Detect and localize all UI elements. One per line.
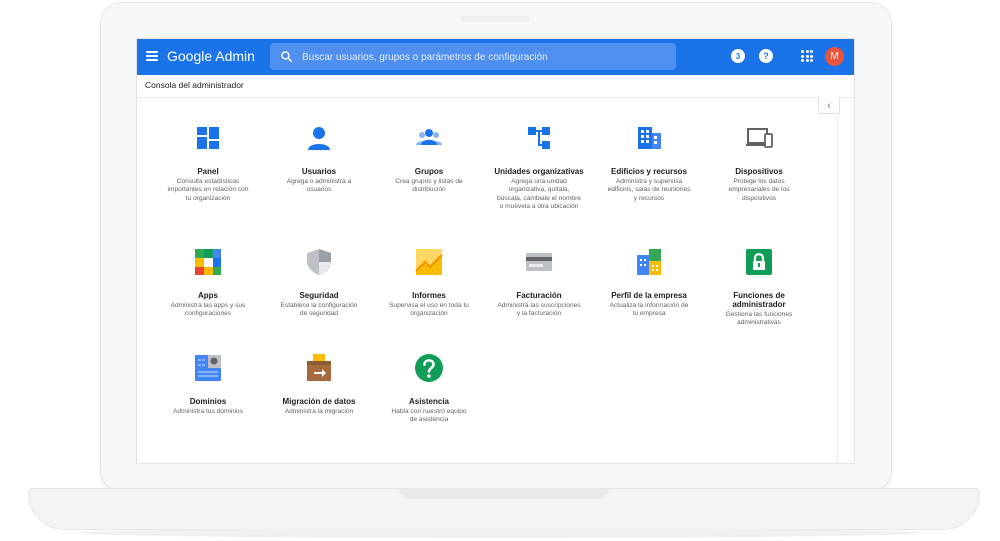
tile-migracion-datos[interactable]: Migración de datos Administra la migraci…: [273, 353, 365, 416]
company-profile-icon: [637, 249, 661, 275]
tile-title: Dispositivos: [735, 167, 783, 176]
admin-roles-icon: [746, 249, 772, 275]
tile-asistencia[interactable]: Asistencia Habla con nuestro equipo de a…: [383, 353, 475, 425]
tile-description: Gestiona las funciones administrativas: [725, 311, 793, 327]
tile-description: Protege los datos empresariales de los d…: [728, 178, 790, 202]
notifications-button[interactable]: 3: [731, 49, 745, 63]
tile-description: Administra tus dominios: [173, 408, 243, 415]
admin-console-screen: Google Admin 3 ? M Consola del administr…: [136, 38, 855, 464]
support-icon: [415, 354, 443, 382]
tile-title: Panel: [197, 167, 219, 176]
tile-informes[interactable]: Informes Supervisa el uso en toda tu org…: [383, 247, 475, 319]
breadcrumb: Consola del administrador: [145, 80, 244, 90]
tile-panel[interactable]: Panel Consulta estadísticas importantes …: [162, 123, 254, 203]
tile-apps[interactable]: Apps Administra las apps y sus configura…: [162, 247, 254, 319]
search-box[interactable]: [270, 43, 676, 72]
tile-funciones-administrador[interactable]: Funciones de administrador Gestiona las …: [713, 247, 805, 328]
side-panel-divider: [837, 113, 838, 463]
tile-title: Facturación: [516, 291, 562, 300]
tile-title: Dominios: [189, 397, 227, 406]
tile-description: Actualiza la información de tu empresa: [609, 302, 689, 318]
tile-grupos[interactable]: Grupos Crea grupos y listas de distribuc…: [383, 123, 475, 195]
groups-icon: [416, 129, 442, 145]
hamburger-menu-icon[interactable]: [146, 51, 158, 61]
tile-usuarios[interactable]: Usuarios Agrega o administra a usuarios: [273, 123, 365, 195]
reports-icon: [415, 249, 443, 275]
search-icon: [281, 51, 293, 63]
tile-seguridad[interactable]: Seguridad Establece la configuración de …: [273, 247, 365, 319]
help-button[interactable]: ?: [759, 49, 773, 63]
data-migration-icon: [307, 354, 331, 381]
tile-title: Migración de datos: [282, 397, 356, 406]
tile-title: Usuarios: [301, 167, 337, 176]
tile-title: Informes: [412, 291, 446, 300]
tile-title: Edificios y recursos: [610, 167, 688, 176]
devices-icon: [746, 128, 773, 148]
tile-description: Agrega o administra a usuarios: [286, 178, 352, 194]
user-icon: [308, 127, 330, 150]
tile-description: Agrega una unidad organizativa, quítala,…: [497, 178, 581, 211]
google-apps-grid-icon[interactable]: [801, 50, 813, 62]
shield-icon: [307, 249, 331, 275]
buildings-icon: [638, 127, 661, 149]
tile-description: Administra y supervisa edificios, salas …: [607, 178, 691, 202]
search-input[interactable]: [300, 43, 674, 72]
tile-edificios-recursos[interactable]: Edificios y recursos Administra y superv…: [603, 123, 695, 203]
tile-description: Habla con nuestro equipo de asistencia: [391, 408, 467, 424]
tile-description: Establece la configuración de seguridad: [280, 302, 358, 318]
tile-title: Unidades organizativas: [494, 167, 584, 176]
tile-title: Funciones de administrador: [732, 291, 786, 309]
billing-icon: [526, 253, 552, 271]
top-app-bar: Google Admin 3 ? M: [137, 39, 854, 75]
tile-description: Consulta estadísticas importantes en rel…: [167, 178, 249, 202]
laptop-base: [28, 488, 980, 530]
tile-dominios[interactable]: Dominios Administra tus dominios: [162, 353, 254, 416]
tile-description: Administra las apps y sus configuracione…: [170, 302, 246, 318]
tile-title: Perfil de la empresa: [611, 291, 687, 300]
tile-dispositivos[interactable]: Dispositivos Protege los datos empresari…: [713, 123, 805, 203]
laptop-groove: [399, 489, 609, 499]
tile-perfil-empresa[interactable]: Perfil de la empresa Actualiza la inform…: [603, 247, 695, 319]
laptop-shadow: [80, 528, 920, 538]
breadcrumb-bar: Consola del administrador: [137, 75, 854, 98]
tile-unidades-organizativas[interactable]: Unidades organizativas Agrega una unidad…: [493, 123, 585, 212]
tile-facturacion[interactable]: Facturación Administra las suscripciones…: [493, 247, 585, 319]
collapse-panel-button[interactable]: ‹: [818, 97, 840, 114]
org-units-icon: [528, 127, 550, 149]
tile-title: Grupos: [414, 167, 444, 176]
tile-title: Apps: [198, 291, 218, 300]
tile-description: Administra las suscripciones y la factur…: [497, 302, 581, 318]
tile-description: Crea grupos y listas de distribución: [395, 178, 463, 194]
apps-icon: [195, 249, 221, 275]
tile-description: Supervisa el uso en toda tu organización: [389, 302, 469, 318]
tile-title: Seguridad: [299, 291, 339, 300]
domains-icon: [195, 355, 221, 381]
camera-notch: [460, 16, 530, 22]
app-brand[interactable]: Google Admin: [167, 48, 255, 64]
account-avatar[interactable]: M: [825, 47, 844, 66]
dashboard-icon: [197, 127, 219, 149]
tile-title: Asistencia: [408, 397, 450, 406]
tile-description: Administra la migración: [284, 408, 354, 415]
